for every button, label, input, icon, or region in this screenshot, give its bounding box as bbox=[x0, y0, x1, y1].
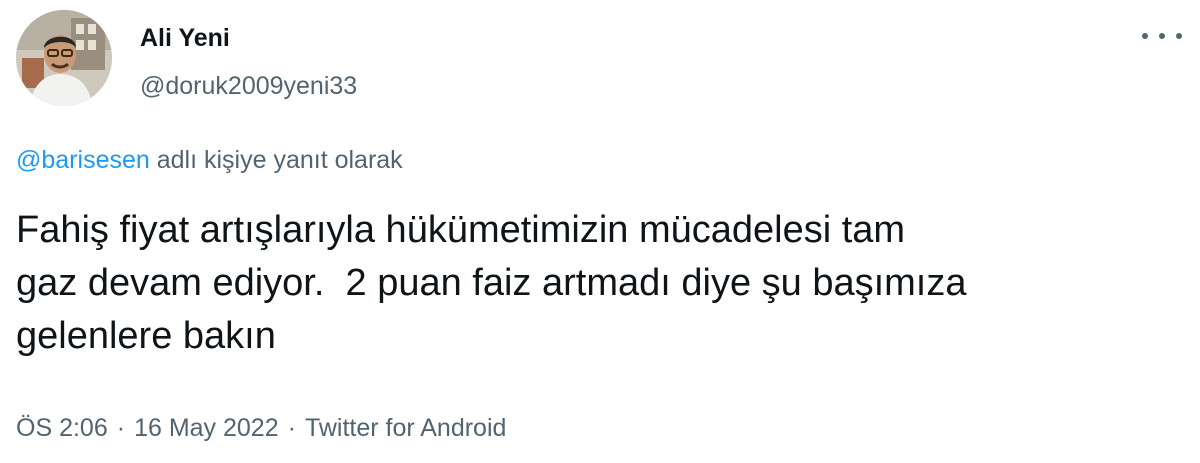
meta-separator: · bbox=[287, 414, 296, 442]
avatar-photo bbox=[16, 10, 112, 106]
tweet-source-link[interactable]: Twitter for Android bbox=[305, 414, 506, 442]
reply-context-label: adlı kişiye yanıt olarak bbox=[149, 146, 403, 174]
tweet-card: Ali Yeni @doruk2009yeni33 @barisesen adl… bbox=[0, 0, 1200, 463]
tweet-time[interactable]: ÖS 2:06 bbox=[16, 414, 108, 442]
meta-separator: · bbox=[116, 414, 126, 442]
more-dot bbox=[1176, 33, 1182, 39]
more-dot bbox=[1142, 33, 1148, 39]
tweet-text-line: gelenlere bakın bbox=[16, 315, 276, 357]
reply-context: @barisesen adlı kişiye yanıt olarak bbox=[16, 146, 403, 175]
more-dot bbox=[1159, 33, 1165, 39]
tweet-text-line: gaz devam ediyor. 2 puan faiz artmadı di… bbox=[16, 262, 967, 304]
tweet-text: Fahiş fiyat artışlarıyla hükümetimizin m… bbox=[16, 204, 1186, 363]
tweet-text-line: Fahiş fiyat artışlarıyla hükümetimizin m… bbox=[16, 209, 906, 251]
tweet-metadata: ÖS 2:06 · 16 May 2022 · Twitter for Android bbox=[16, 414, 506, 443]
more-horizontal-icon[interactable] bbox=[1142, 24, 1182, 48]
avatar[interactable] bbox=[16, 10, 112, 106]
user-handle[interactable]: @doruk2009yeni33 bbox=[140, 72, 357, 101]
tweet-header: Ali Yeni @doruk2009yeni33 bbox=[16, 10, 1184, 110]
user-name[interactable]: Ali Yeni bbox=[140, 24, 230, 53]
reply-mention-link[interactable]: @barisesen bbox=[16, 146, 150, 174]
tweet-date[interactable]: 16 May 2022 bbox=[134, 414, 279, 442]
